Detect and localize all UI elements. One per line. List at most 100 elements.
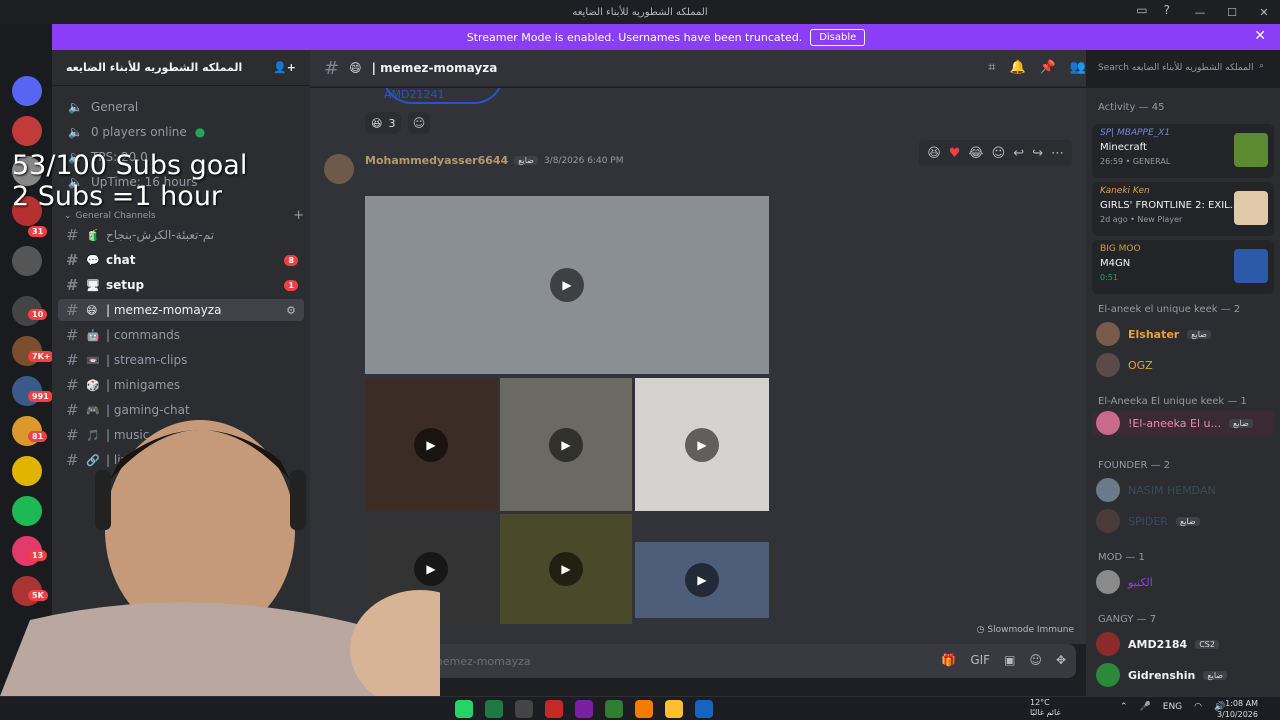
close-banner-icon[interactable]: ✕ xyxy=(1254,28,1266,44)
app-icon[interactable] xyxy=(635,700,653,718)
help-icon[interactable]: ? xyxy=(1164,3,1170,17)
add-reaction-icon[interactable]: ☺ xyxy=(992,146,1006,161)
players-online-channel[interactable]: 🔈 0 players online ● xyxy=(68,125,205,139)
channel-item[interactable]: # 🧃 تم-تعبئة-الكرش-بنجاح xyxy=(58,224,304,246)
video-attachment[interactable]: ▶ xyxy=(365,196,769,374)
steam-icon[interactable] xyxy=(695,700,713,718)
server-badge: 5K xyxy=(28,590,48,601)
gift-icon[interactable]: 🎁 xyxy=(941,653,956,667)
member-row[interactable]: OGZ xyxy=(1096,352,1153,378)
whatsapp-icon[interactable] xyxy=(455,700,473,718)
channel-item[interactable]: # 🎲 | minigames xyxy=(58,374,304,396)
channel-item[interactable]: # 📼 | stream-clips xyxy=(58,349,304,371)
member-row[interactable]: !El-aneeka El u... ضايع xyxy=(1092,410,1274,436)
disable-streamer-button[interactable]: Disable xyxy=(810,28,866,46)
apps-icon[interactable]: ✥ xyxy=(1056,653,1066,667)
mic-icon[interactable]: 🎤 xyxy=(1140,702,1151,712)
member-list-icon[interactable]: 👥 xyxy=(1070,60,1086,75)
play-icon[interactable]: ▶ xyxy=(685,563,719,597)
channel-item[interactable]: # 😄 | memez-momayza ⚙ xyxy=(58,299,304,321)
server-icon[interactable] xyxy=(12,496,42,526)
minimize-icon[interactable]: — xyxy=(1184,6,1216,19)
play-icon[interactable]: ▶ xyxy=(685,427,719,462)
maximize-icon[interactable]: ☐ xyxy=(1216,6,1248,19)
channel-item[interactable]: # 🎮 | gaming-chat xyxy=(58,399,304,421)
activity-card[interactable]: BIG MOO M4GN 0:51 xyxy=(1092,240,1274,294)
excel-icon[interactable] xyxy=(485,700,503,718)
server-header[interactable]: المملكه الشطوريه للأبناء الضايعه 👤+ xyxy=(52,50,310,86)
tears-reaction-icon[interactable]: 😂 xyxy=(968,146,983,161)
video-attachment[interactable]: ▶ xyxy=(365,514,497,624)
channel-item[interactable]: # 🤖 | commands xyxy=(58,324,304,346)
clock[interactable]: 1:08 AM 3/10/2026 xyxy=(1217,698,1258,720)
play-icon[interactable]: ▶ xyxy=(414,552,448,586)
video-attachment[interactable]: ▶ xyxy=(500,514,632,624)
inbox-icon[interactable]: ▭ xyxy=(1136,3,1147,17)
laugh-reaction-icon[interactable]: 😆 xyxy=(927,146,941,161)
reply-icon[interactable]: ↩ xyxy=(1013,146,1024,161)
attach-plus-icon[interactable]: + xyxy=(322,652,352,671)
search-input[interactable]: Search المملكه الشطوريه للأبناء الضايعه ⌕ xyxy=(1092,57,1270,79)
language-indicator[interactable]: ENG xyxy=(1163,702,1182,712)
pin-icon[interactable]: 📌 xyxy=(1040,60,1056,75)
settings-icon[interactable]: ⚙ xyxy=(286,304,296,317)
add-reaction-icon[interactable]: ☺ xyxy=(408,112,430,134)
app-icon[interactable] xyxy=(545,700,563,718)
invite-icon[interactable]: 👤+ xyxy=(273,61,296,74)
message-author[interactable]: Mohammedyasser6644 xyxy=(365,154,508,167)
server-icon[interactable] xyxy=(12,246,42,276)
member-row[interactable]: Gidrenshin ضايع xyxy=(1096,662,1228,688)
reaction-pill[interactable]: 😆 3 xyxy=(365,112,402,134)
voice-channel-general[interactable]: 🔈 General xyxy=(68,100,138,114)
role-tag: ضايع xyxy=(1187,329,1211,339)
play-icon[interactable]: ▶ xyxy=(550,268,584,302)
emoji-icon[interactable]: ☺ xyxy=(1029,653,1042,667)
play-icon[interactable]: ▶ xyxy=(414,427,448,462)
activity-card[interactable]: Kaneki Ken GIRLS' FRONTLINE 2: EXIL... 2d … xyxy=(1092,182,1274,236)
slowmode-indicator: ◷ Slowmode Immune xyxy=(977,625,1074,635)
chrome-icon[interactable] xyxy=(665,700,683,718)
activity-status: 2d ago • New Player xyxy=(1100,215,1183,224)
channel-item[interactable]: # 🖥 setup 1 xyxy=(58,274,304,296)
hash-icon: # xyxy=(66,251,79,269)
chevron-up-icon[interactable]: ⌃ xyxy=(1120,702,1128,712)
threads-icon[interactable]: ⌗ xyxy=(988,60,995,75)
server-icon[interactable] xyxy=(12,76,42,106)
channel-item[interactable]: # 💬 chat 8 xyxy=(58,249,304,271)
bell-icon[interactable]: 🔔 xyxy=(1009,60,1025,75)
wifi-icon[interactable]: ◠ xyxy=(1194,702,1202,712)
server-badge: 7K+ xyxy=(28,351,55,362)
players-online-label: 0 players online xyxy=(90,125,187,139)
server-icon[interactable] xyxy=(12,456,42,486)
channel-item[interactable]: # 🔗 | links xyxy=(58,449,304,471)
member-row[interactable]: Elshater ضايع xyxy=(1096,321,1211,347)
message-composer[interactable]: + memez-momayza 🎁 GIF ▣ ☺ ✥ xyxy=(322,644,1076,678)
member-row[interactable]: الكنيو xyxy=(1096,569,1153,595)
video-attachment[interactable]: ▶ xyxy=(635,378,769,511)
add-channel-icon[interactable]: + xyxy=(293,208,304,223)
avatar[interactable] xyxy=(324,154,354,184)
video-attachment[interactable]: ▶ xyxy=(365,378,497,511)
unread-badge: 1 xyxy=(284,279,298,291)
more-icon[interactable]: ⋯ xyxy=(1051,146,1064,161)
play-icon[interactable]: ▶ xyxy=(549,427,583,462)
server-icon[interactable] xyxy=(12,116,42,146)
member-row[interactable]: NASIM HEMDAN xyxy=(1096,477,1216,503)
obs-icon[interactable] xyxy=(515,700,533,718)
heart-reaction-icon[interactable]: ♥ xyxy=(949,146,961,161)
close-window-icon[interactable]: ✕ xyxy=(1248,6,1280,19)
member-row[interactable]: SPIDER ضايع xyxy=(1096,508,1200,534)
video-attachment[interactable]: ▶ xyxy=(500,378,632,511)
sticker-icon[interactable]: ▣ xyxy=(1004,653,1015,667)
video-attachment[interactable]: ▶ xyxy=(635,542,769,618)
app-icon[interactable] xyxy=(575,700,593,718)
forward-icon[interactable]: ↪ xyxy=(1032,146,1043,161)
activity-card[interactable]: SP| MBAPPE_X1 Minecraft 26:59 • GENERAL xyxy=(1092,124,1274,178)
channel-item[interactable]: # 🎵 | music xyxy=(58,424,304,446)
gif-icon[interactable]: GIF xyxy=(970,653,990,667)
weather-widget[interactable]: 12°C غائم غالبًا xyxy=(1030,698,1061,718)
search-placeholder: Search المملكه الشطوريه للأبناء الضايعه xyxy=(1098,63,1254,73)
minecraft-icon[interactable] xyxy=(605,700,623,718)
member-row[interactable]: AMD2184 CS2 xyxy=(1096,631,1219,657)
play-icon[interactable]: ▶ xyxy=(549,552,583,586)
